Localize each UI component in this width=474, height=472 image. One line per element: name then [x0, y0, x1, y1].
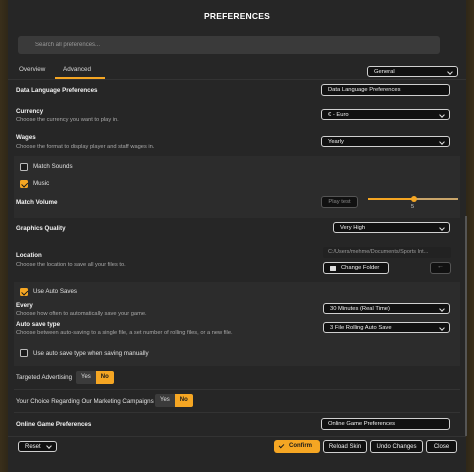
tab-overview[interactable]: Overview: [19, 66, 45, 73]
every-label: Every: [16, 302, 33, 309]
every-select[interactable]: 30 Minutes (Real Time): [323, 303, 450, 314]
chevron-down-icon: [439, 224, 445, 231]
dialog-title: PREFERENCES: [204, 11, 270, 21]
chevron-down-icon: [447, 68, 453, 75]
music-label: Music: [33, 180, 50, 187]
graphics-quality-select[interactable]: Very High: [333, 222, 450, 233]
chevron-down-icon: [46, 443, 52, 449]
confirm-button[interactable]: Confirm: [274, 440, 320, 453]
match-sounds-label: Match Sounds: [33, 163, 73, 170]
confirm-label: Confirm: [289, 442, 312, 449]
auto-save-manual-label: Use auto save type when saving manually: [33, 350, 149, 357]
marketing-yes[interactable]: Yes: [155, 394, 175, 407]
location-path-field: C:/Users/mehme/Documents/Sports Int...: [323, 247, 451, 258]
match-volume-label: Match Volume: [16, 199, 58, 206]
undo-changes-button[interactable]: Undo Changes: [370, 440, 423, 453]
scrollbar[interactable]: [465, 216, 467, 436]
sound-section: [14, 156, 460, 218]
change-folder-button[interactable]: Change Folder: [323, 262, 389, 274]
wages-select[interactable]: Yearly: [321, 136, 450, 147]
data-language-label: Data Language Preferences: [16, 87, 98, 94]
wages-description: Choose the format to display player and …: [16, 144, 155, 150]
volume-value: 5: [411, 204, 415, 210]
divider: [14, 412, 460, 413]
online-game-button[interactable]: Online Game Preferences: [321, 418, 450, 430]
wages-label: Wages: [16, 134, 36, 141]
currency-label: Currency: [16, 108, 44, 115]
graphics-quality-value: Very High: [340, 224, 366, 231]
chevron-down-icon: [439, 111, 445, 118]
auto-saves-checkbox[interactable]: [20, 288, 28, 296]
reset-label: Reset: [25, 443, 41, 450]
marketing-toggle[interactable]: Yes No: [155, 394, 193, 407]
match-sounds-checkbox[interactable]: [20, 163, 28, 171]
category-select-value: General: [374, 68, 395, 75]
reset-dropdown[interactable]: Reset: [18, 441, 57, 452]
search-input[interactable]: [35, 39, 430, 51]
chevron-down-icon: [439, 138, 445, 145]
auto-save-type-select[interactable]: 3 File Rolling Auto Save: [323, 322, 450, 333]
folder-icon: [330, 266, 336, 271]
volume-slider-thumb[interactable]: [411, 196, 417, 202]
divider: [14, 389, 460, 390]
data-language-button[interactable]: Data Language Preferences: [321, 84, 450, 96]
auto-save-type-label: Auto save type: [16, 321, 61, 328]
reset-location-button[interactable]: ←: [430, 262, 451, 274]
tab-advanced[interactable]: Advanced: [63, 66, 91, 73]
wages-select-value: Yearly: [328, 138, 344, 145]
currency-select-value: € - Euro: [328, 111, 349, 118]
volume-slider-fill: [368, 198, 413, 200]
chevron-down-icon: [439, 305, 445, 312]
currency-description: Choose the currency you want to play in.: [16, 117, 119, 123]
music-checkbox[interactable]: [20, 180, 28, 188]
targeted-advertising-no[interactable]: No: [95, 371, 114, 384]
location-description: Choose the location to save all your fil…: [16, 262, 126, 268]
change-folder-label: Change Folder: [341, 265, 380, 271]
every-description: Choose how often to automatically save y…: [16, 311, 147, 317]
location-label: Location: [16, 252, 42, 259]
marketing-no[interactable]: No: [174, 394, 193, 407]
reload-skin-button[interactable]: Reload Skin: [323, 440, 367, 453]
close-button[interactable]: Close: [426, 440, 457, 453]
auto-save-type-value: 3 File Rolling Auto Save: [330, 324, 392, 331]
currency-select[interactable]: € - Euro: [321, 109, 450, 120]
footer-divider: [8, 436, 466, 437]
tab-divider: [8, 79, 466, 80]
marketing-label: Your Choice Regarding Our Marketing Camp…: [16, 398, 154, 405]
preferences-dialog: PREFERENCES Overview Advanced General Da…: [8, 0, 467, 472]
targeted-advertising-yes[interactable]: Yes: [76, 371, 96, 384]
auto-saves-label: Use Auto Saves: [33, 288, 78, 295]
online-game-label: Online Game Preferences: [16, 421, 92, 428]
category-select[interactable]: General: [367, 66, 458, 77]
auto-save-type-description: Choose between auto-saving to a single f…: [16, 330, 233, 336]
chevron-down-icon: [439, 324, 445, 331]
targeted-advertising-toggle[interactable]: Yes No: [76, 371, 114, 384]
check-icon: [278, 442, 285, 449]
every-select-value: 30 Minutes (Real Time): [330, 305, 390, 312]
search-box[interactable]: [18, 36, 440, 54]
auto-save-manual-checkbox[interactable]: [20, 349, 28, 357]
targeted-advertising-label: Targeted Advertising: [16, 374, 73, 381]
graphics-quality-label: Graphics Quality: [16, 225, 66, 232]
play-test-button[interactable]: Play test: [321, 196, 358, 208]
